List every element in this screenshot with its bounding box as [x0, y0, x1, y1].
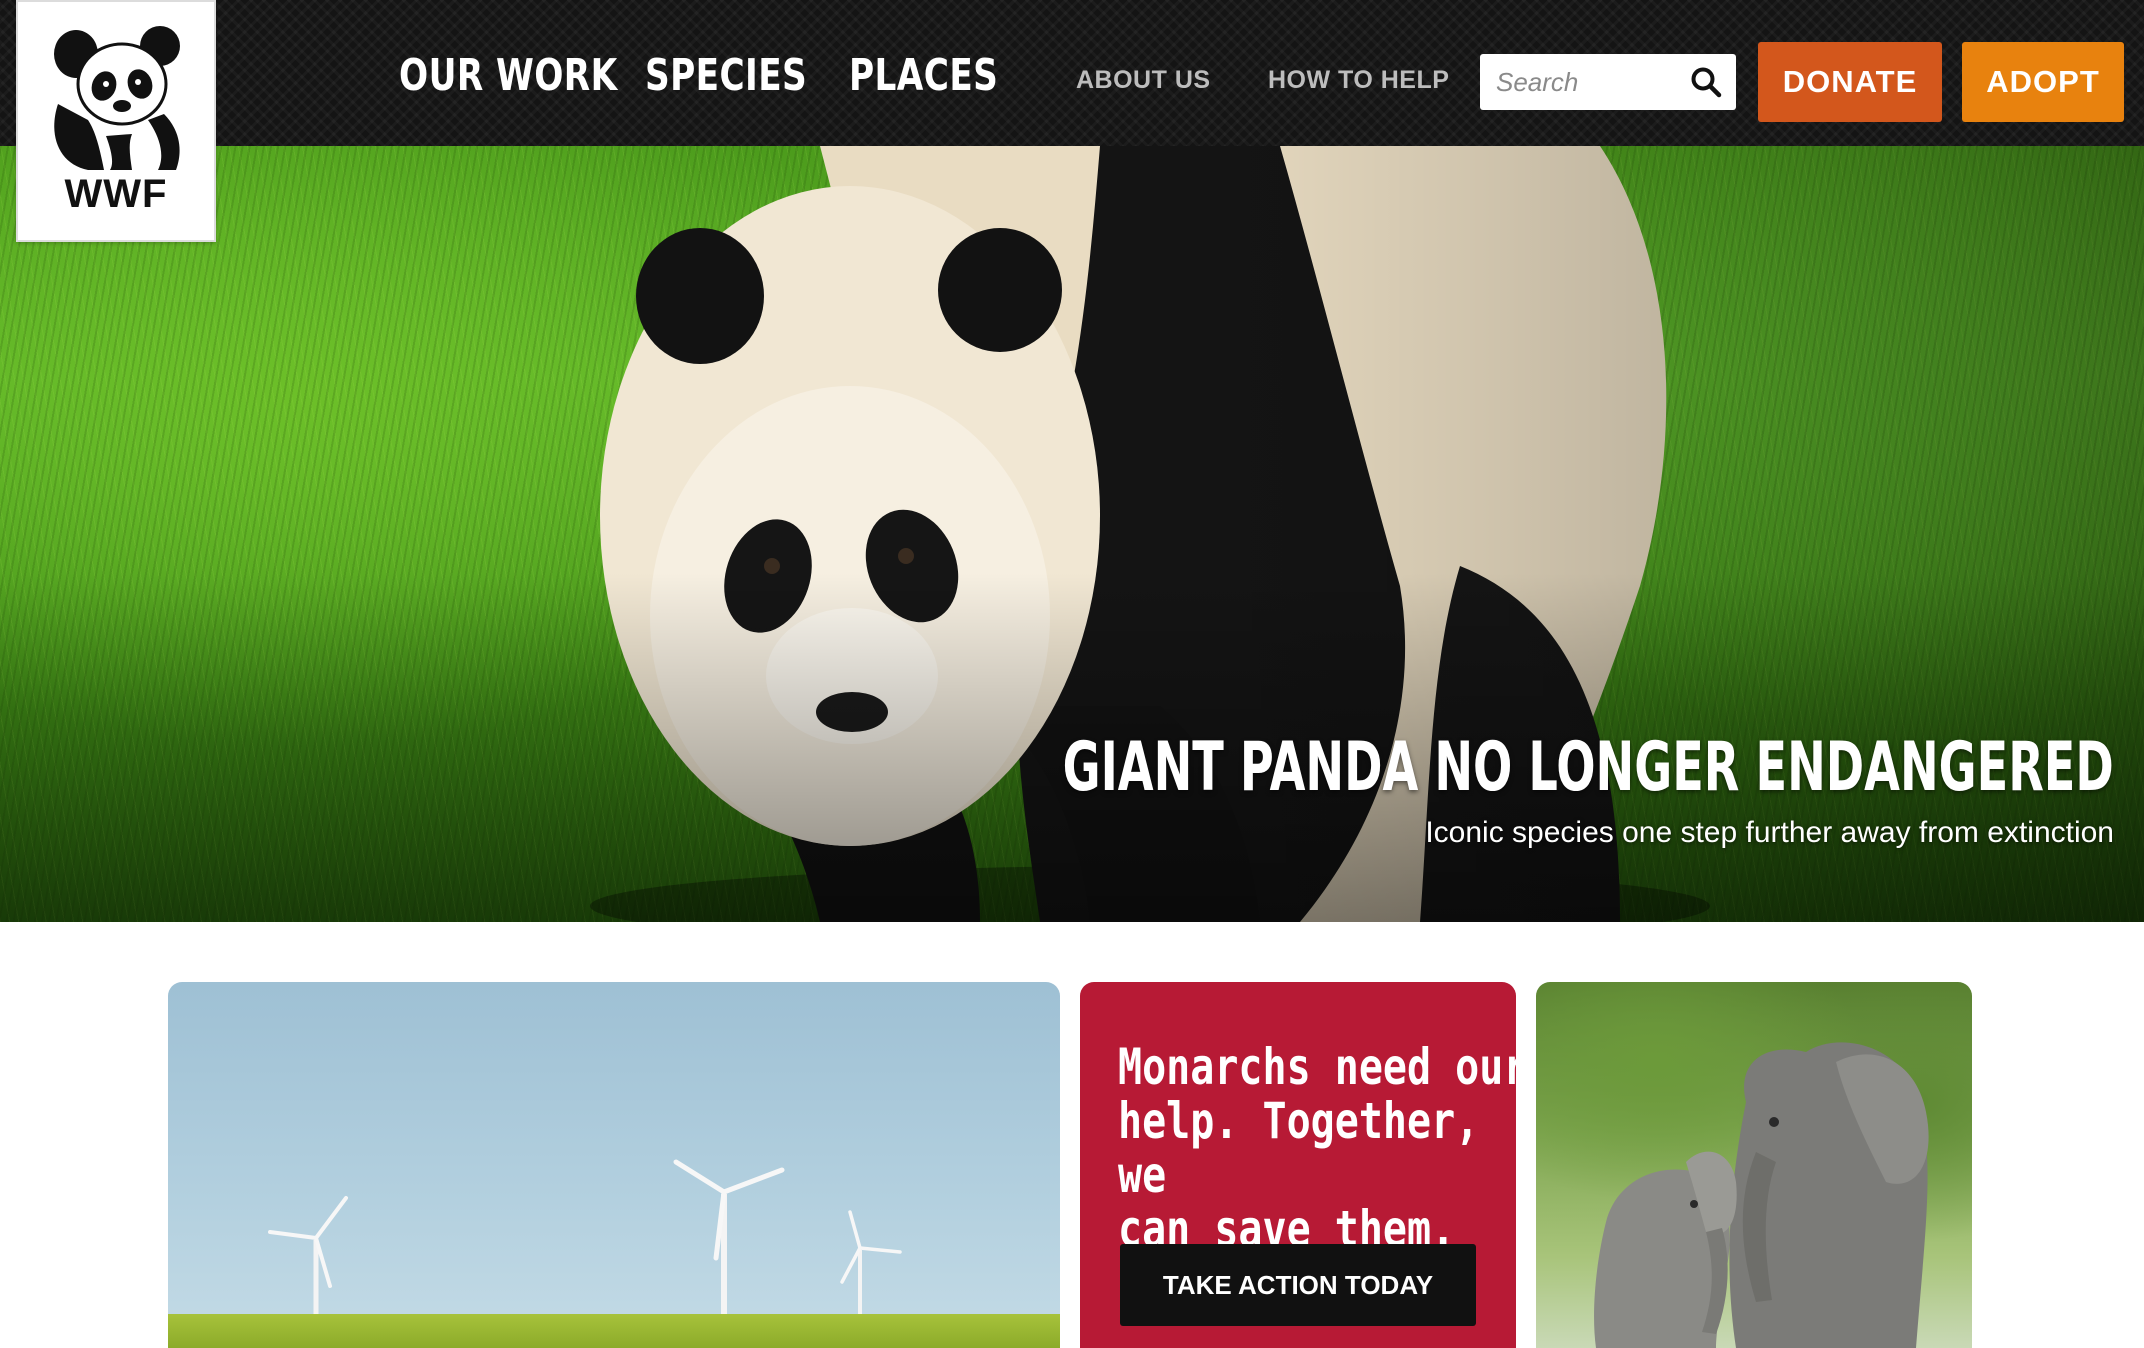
hero-subtitle: Iconic species one step further away fro…: [1425, 816, 2114, 849]
search-box: [1480, 54, 1736, 110]
nav-places[interactable]: PLACES: [849, 46, 998, 106]
hero-banner[interactable]: GIANT PANDA NO LONGER ENDANGERED Iconic …: [0, 146, 2144, 922]
hero-title[interactable]: GIANT PANDA NO LONGER ENDANGERED: [1063, 728, 2114, 807]
panda-logo-icon: [54, 26, 180, 170]
adopt-button[interactable]: ADOPT: [1962, 42, 2124, 122]
nav-about-us[interactable]: ABOUT US: [1076, 62, 1211, 98]
wwf-logo[interactable]: WWF: [16, 0, 216, 242]
card-wind-turbines[interactable]: [168, 982, 1060, 1348]
nav-our-work[interactable]: OUR WORK: [399, 46, 618, 106]
card-monarch-cta: Monarchs need our help. Together, we can…: [1080, 982, 1516, 1348]
nav-how-to-help[interactable]: HOW TO HELP: [1268, 62, 1449, 98]
monarch-headline-line: help. Together, we: [1118, 1092, 1480, 1204]
search-icon[interactable]: [1690, 66, 1722, 103]
take-action-button[interactable]: TAKE ACTION TODAY: [1120, 1244, 1476, 1326]
search-input[interactable]: [1480, 54, 1680, 110]
monarch-headline-line: Monarchs need our: [1118, 1038, 1516, 1096]
site-header: OUR WORK SPECIES PLACES ABOUT US HOW TO …: [0, 0, 2144, 146]
elephants-photo: [1594, 1042, 1929, 1348]
card-elephants[interactable]: [1536, 982, 1972, 1348]
nav-species[interactable]: SPECIES: [645, 46, 807, 106]
wind-turbines-photo: [268, 1159, 902, 1322]
logo-wordmark: WWF: [64, 172, 168, 216]
monarch-headline: Monarchs need our help. Together, we can…: [1118, 1040, 1516, 1256]
donate-button[interactable]: DONATE: [1758, 42, 1942, 122]
wind-field: [168, 1314, 1060, 1348]
